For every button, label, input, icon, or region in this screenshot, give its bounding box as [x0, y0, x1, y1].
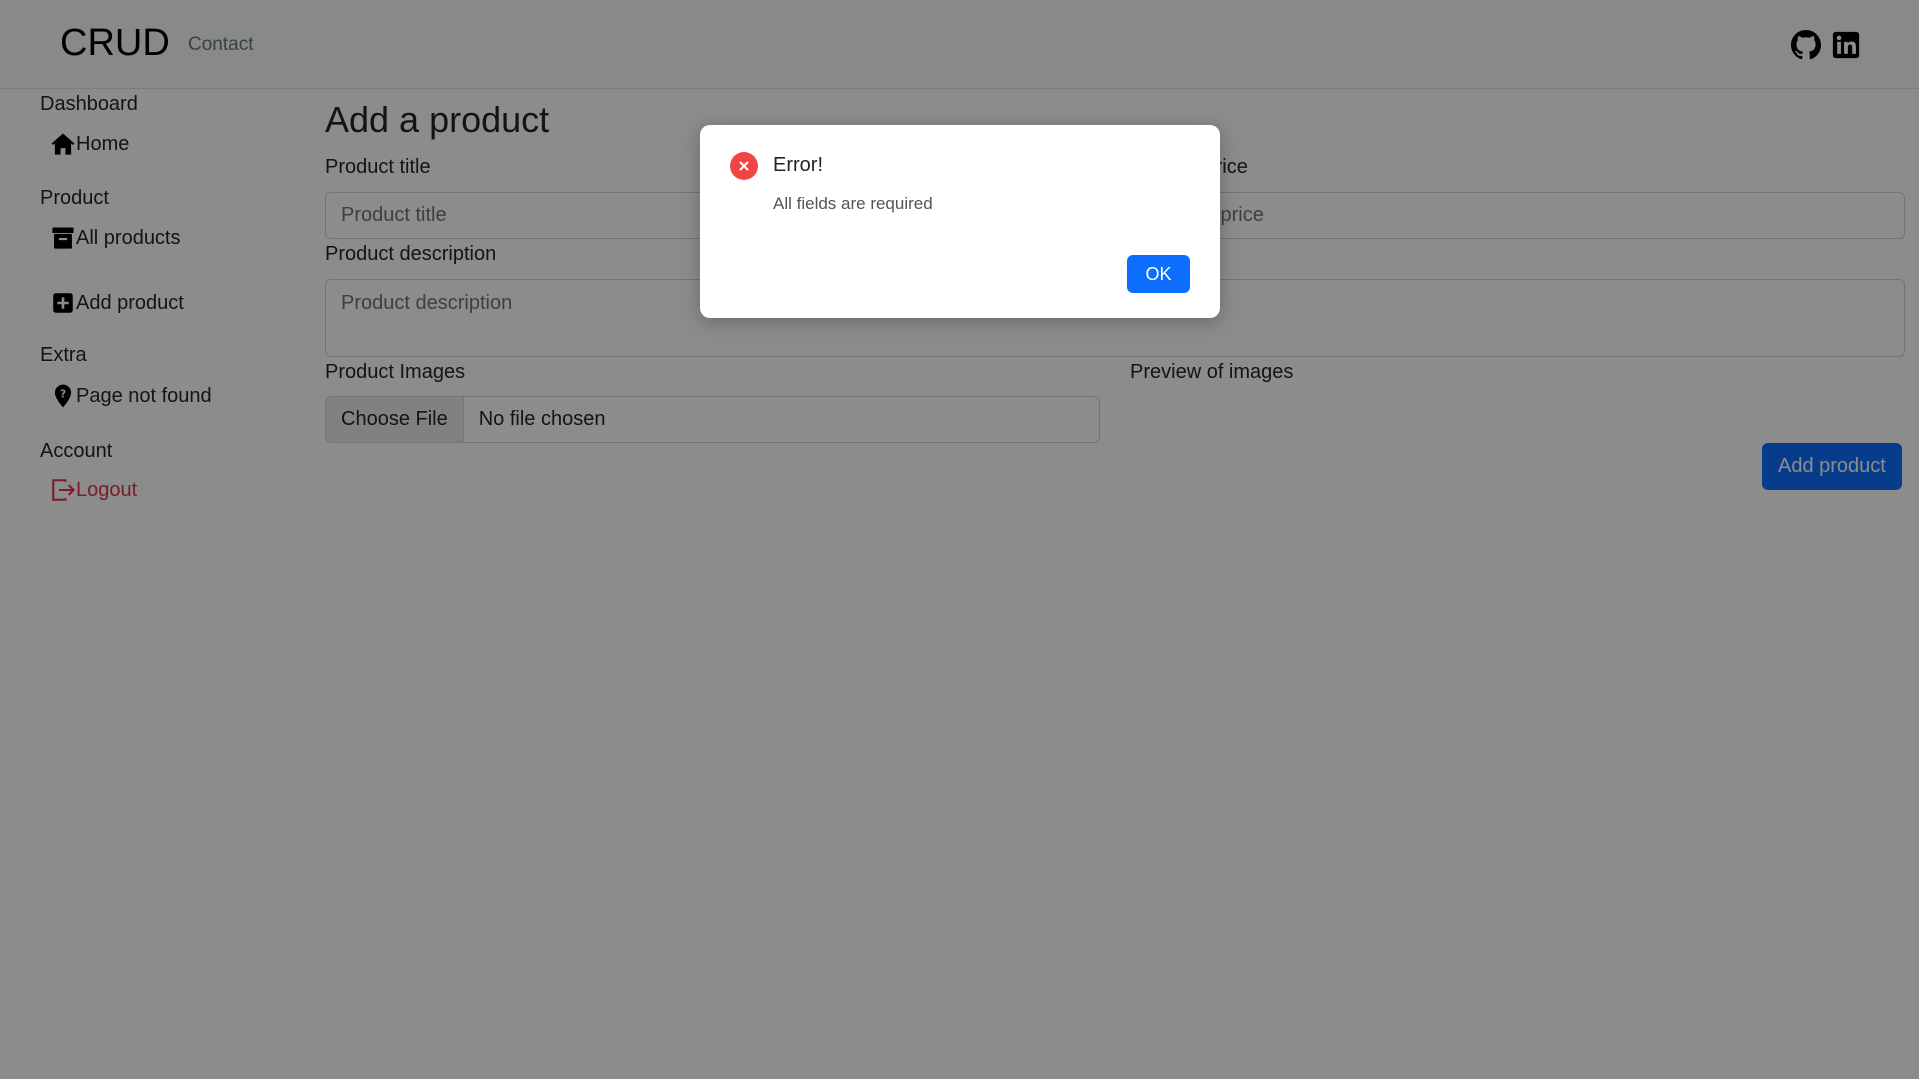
- dialog-title: Error!: [773, 154, 823, 176]
- error-icon: [730, 152, 758, 180]
- dialog-message: All fields are required: [773, 194, 933, 213]
- error-dialog: Error! All fields are required OK: [700, 125, 1220, 318]
- ok-button[interactable]: OK: [1127, 255, 1190, 293]
